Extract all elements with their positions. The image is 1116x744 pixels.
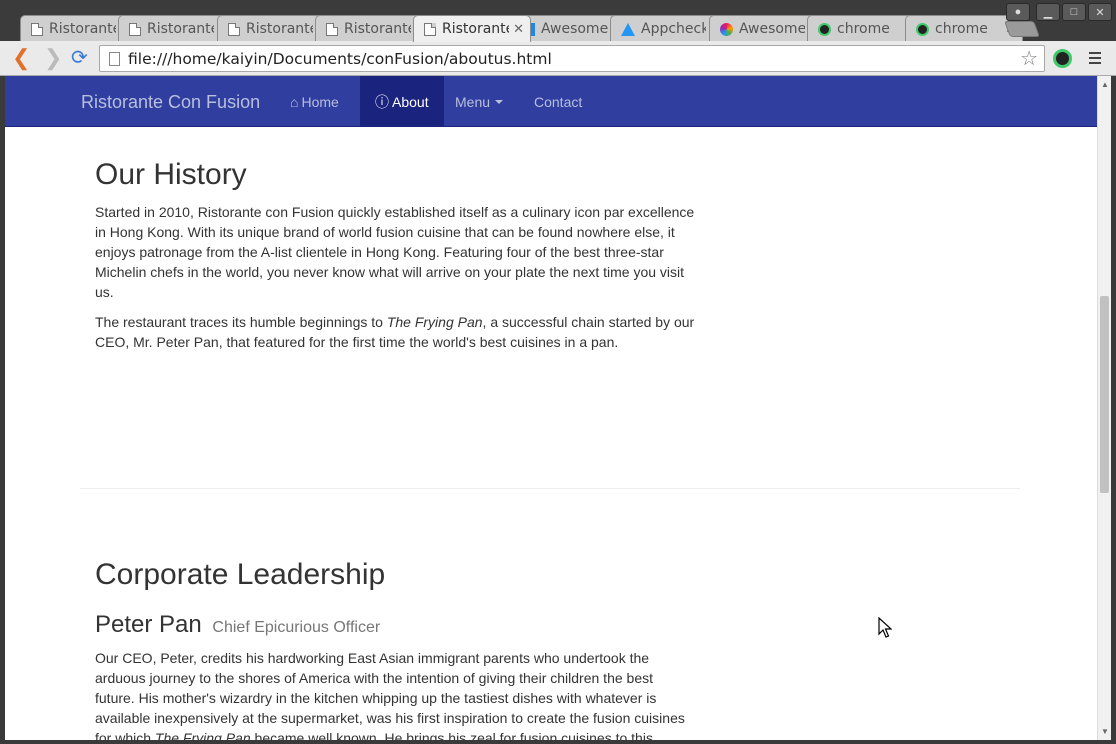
info-circle-icon: ⓘ xyxy=(375,93,389,110)
tab-title: Ristorante Con Fusion xyxy=(246,21,314,37)
tab-title: Ristorante Con Fusion xyxy=(344,21,412,37)
close-window-button[interactable]: ✕ xyxy=(1088,3,1112,21)
tab-title: Awesome xyxy=(541,21,609,37)
tab-title: Awesome xyxy=(739,21,806,37)
bookmark-star-icon[interactable]: ☆ xyxy=(1020,46,1038,71)
nav-item-about[interactable]: ⓘ About xyxy=(360,76,444,127)
nav-item-menu-dropdown[interactable]: Menu xyxy=(440,76,518,127)
nav-item-label: About xyxy=(392,93,429,110)
tab-title: Ristorante Con Fusion xyxy=(147,21,215,37)
text-span: The restaurant traces its humble beginni… xyxy=(95,314,387,330)
document-icon xyxy=(326,22,338,36)
appcheck-favicon-icon xyxy=(621,22,635,36)
leadership-heading: Corporate Leadership xyxy=(95,558,386,591)
window-border xyxy=(0,740,1116,744)
new-tab-button[interactable] xyxy=(1004,21,1040,37)
tab-title: Appcheck xyxy=(641,21,707,37)
nav-item-label: Home xyxy=(301,93,339,110)
chrome-app-icon xyxy=(916,22,929,36)
history-paragraph-2: The restaurant traces its humble beginni… xyxy=(95,312,695,352)
nav-item-contact[interactable]: Contact xyxy=(519,76,597,127)
back-arrow-icon[interactable]: ❮ xyxy=(12,47,30,69)
tab-title: chrome xyxy=(935,21,988,37)
scroll-up-arrow-icon[interactable]: ▲ xyxy=(1101,80,1109,89)
vertical-scrollbar[interactable]: ▲ ▼ xyxy=(1097,76,1111,740)
chrome-app-icon xyxy=(818,22,831,36)
person-heading: Peter Pan Chief Epicurious Officer xyxy=(95,611,380,639)
extension-icon[interactable] xyxy=(1053,49,1072,68)
document-icon xyxy=(424,22,436,36)
address-bar[interactable]: file:///home/kaiyin/Documents/conFusion/… xyxy=(99,45,1045,72)
window-border xyxy=(1111,76,1116,744)
tab-title: Ristorante Con Fusion xyxy=(49,21,117,37)
address-bar-url[interactable]: file:///home/kaiyin/Documents/conFusion/… xyxy=(128,50,1020,68)
document-icon xyxy=(31,22,43,36)
document-icon xyxy=(129,22,141,36)
page-icon xyxy=(109,51,120,66)
mouse-cursor-icon xyxy=(878,617,892,638)
navbar-brand[interactable]: Ristorante Con Fusion xyxy=(81,92,260,113)
person-bio: Our CEO, Peter, credits his hardworking … xyxy=(95,648,695,740)
chrome-menu-icon[interactable] xyxy=(1089,52,1101,67)
emphasis-text: The Frying Pan xyxy=(386,314,483,330)
home-icon: ⌂ xyxy=(290,93,299,110)
user-profile-icon[interactable]: ● xyxy=(1006,3,1030,21)
minimize-window-button[interactable]: ▁ xyxy=(1036,3,1060,21)
maximize-window-button[interactable]: □ xyxy=(1062,3,1086,21)
history-paragraph-1: Started in 2010, Ristorante con Fusion q… xyxy=(95,204,695,300)
scrollbar-thumb[interactable] xyxy=(1100,296,1109,493)
reload-icon[interactable]: ⟳ xyxy=(71,47,88,69)
text-span: Our CEO, Peter, credits his hardworking … xyxy=(95,650,685,740)
instagram-favicon-icon xyxy=(720,22,733,36)
nav-item-home[interactable]: ⌂ Home xyxy=(275,76,354,127)
site-navbar: Ristorante Con Fusion ⌂ Home ⓘ About Men… xyxy=(5,76,1097,127)
browser-toolbar: ❮ ❯ ⟳ file:///home/kaiyin/Documents/conF… xyxy=(0,41,1116,76)
nav-item-label: Menu xyxy=(455,93,491,110)
browser-frame: Ristorante Con Fusion ✕ Ristorante Con F… xyxy=(0,0,1116,76)
emphasis-text: The Frying Pan xyxy=(154,730,251,740)
history-heading: Our History xyxy=(95,158,247,191)
person-name: Peter Pan xyxy=(95,611,202,638)
browser-tab-active[interactable]: Ristorante Con Fusion ✕ xyxy=(413,15,531,42)
close-tab-icon[interactable]: ✕ xyxy=(513,22,524,37)
page-viewport: Ristorante Con Fusion ⌂ Home ⓘ About Men… xyxy=(5,76,1097,740)
forward-arrow-icon[interactable]: ❯ xyxy=(44,47,62,69)
tab-title: Ristorante Con Fusion xyxy=(442,21,510,37)
person-title: Chief Epicurious Officer xyxy=(212,619,381,636)
tab-title: chrome xyxy=(837,21,890,37)
tab-strip: Ristorante Con Fusion ✕ Ristorante Con F… xyxy=(0,0,1116,42)
scroll-down-arrow-icon[interactable]: ▼ xyxy=(1101,727,1109,736)
caret-down-icon xyxy=(495,99,504,104)
section-divider xyxy=(80,488,1020,489)
nav-item-label: Contact xyxy=(534,93,583,110)
document-icon xyxy=(228,22,240,36)
